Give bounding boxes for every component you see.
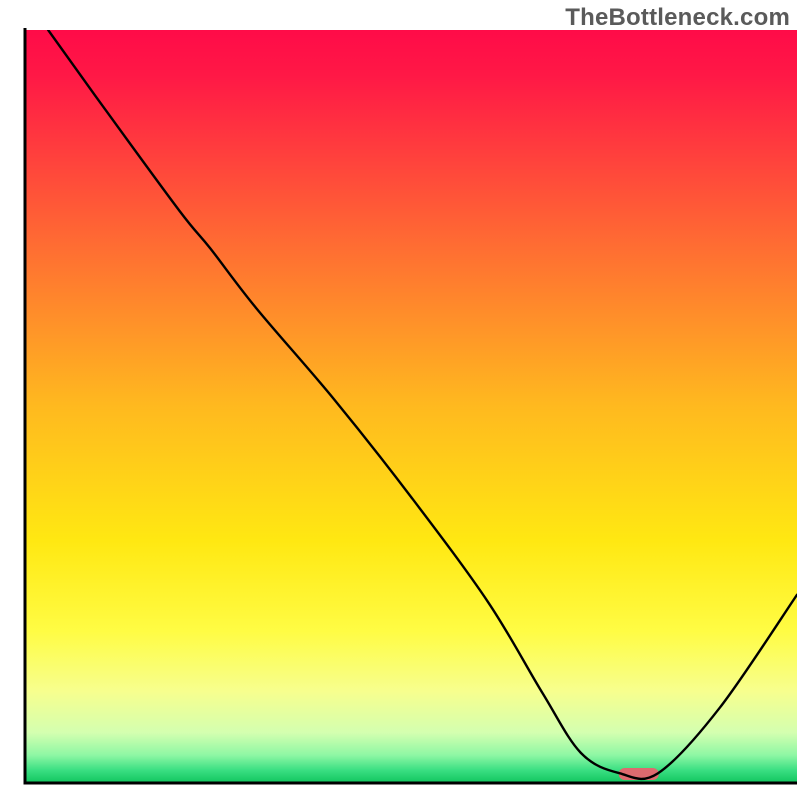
bottleneck-plot [0,0,800,800]
gradient-background [27,30,798,782]
chart-frame: TheBottleneck.com [0,0,800,800]
